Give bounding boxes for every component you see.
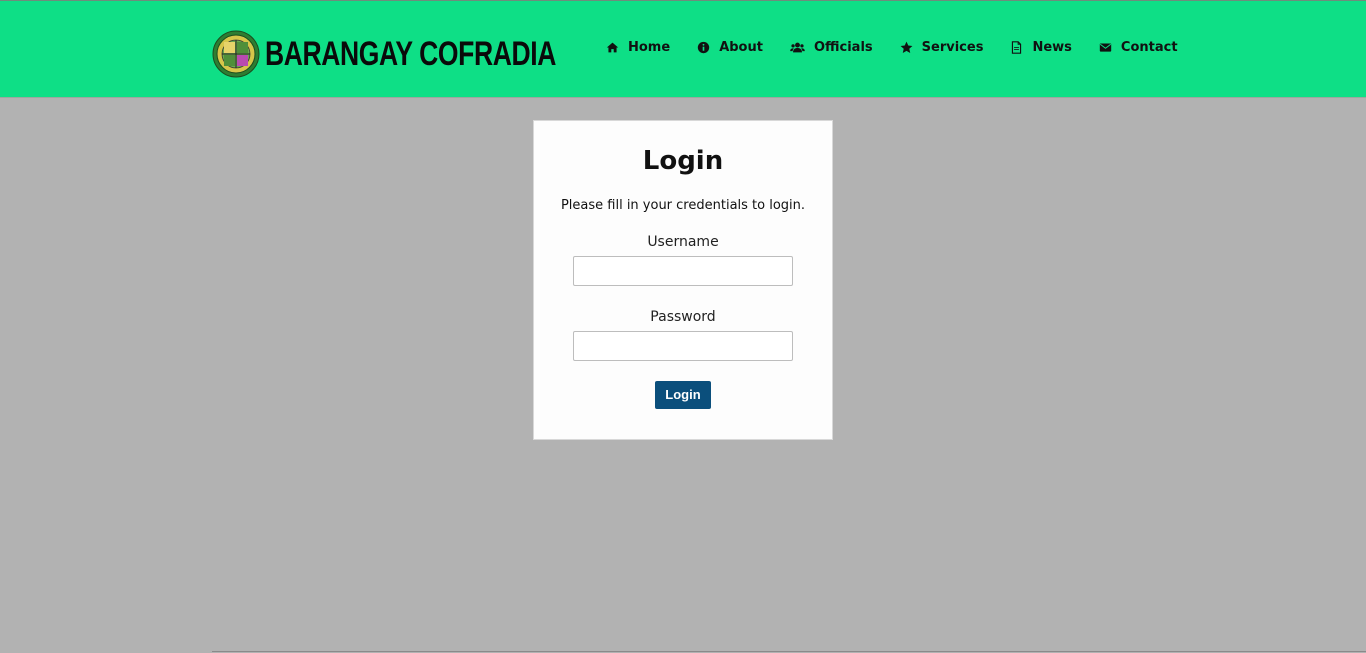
main-nav: Home About Officials Services News Conta… <box>606 36 1178 58</box>
nav-item-home[interactable]: Home <box>606 36 670 58</box>
users-icon <box>790 41 805 54</box>
username-input[interactable] <box>573 256 793 286</box>
nav-item-label: About <box>719 39 763 55</box>
login-button[interactable]: Login <box>655 381 711 409</box>
nav-item-services[interactable]: Services <box>900 36 984 58</box>
nav-item-officials[interactable]: Officials <box>790 36 873 58</box>
star-icon <box>900 41 913 54</box>
nav-item-label: Home <box>628 39 671 55</box>
password-label: Password <box>650 309 716 325</box>
site-header: BARANGAY COFRADIA Home About Officials S… <box>0 0 1366 98</box>
home-icon <box>606 41 619 54</box>
bottom-divider <box>212 651 1366 652</box>
username-label: Username <box>647 234 719 250</box>
nav-item-about[interactable]: About <box>697 36 763 58</box>
nav-item-label: Officials <box>813 39 873 55</box>
barangay-seal-icon <box>212 30 260 78</box>
nav-item-label: Services <box>921 39 984 55</box>
nav-item-label: News <box>1032 39 1072 55</box>
info-circle-icon <box>697 41 710 54</box>
brand-name: BARANGAY COFRADIA <box>265 35 557 73</box>
login-card: Login Please fill in your credentials to… <box>533 120 833 440</box>
brand[interactable]: BARANGAY COFRADIA <box>212 30 638 78</box>
envelope-icon <box>1099 41 1112 54</box>
password-input[interactable] <box>573 331 793 361</box>
nav-item-news[interactable]: News <box>1010 36 1072 58</box>
nav-item-label: Contact <box>1120 39 1178 55</box>
login-title: Login <box>642 146 724 176</box>
login-description: Please fill in your credentials to login… <box>560 198 806 213</box>
document-icon <box>1010 40 1023 54</box>
nav-item-contact[interactable]: Contact <box>1099 36 1178 58</box>
